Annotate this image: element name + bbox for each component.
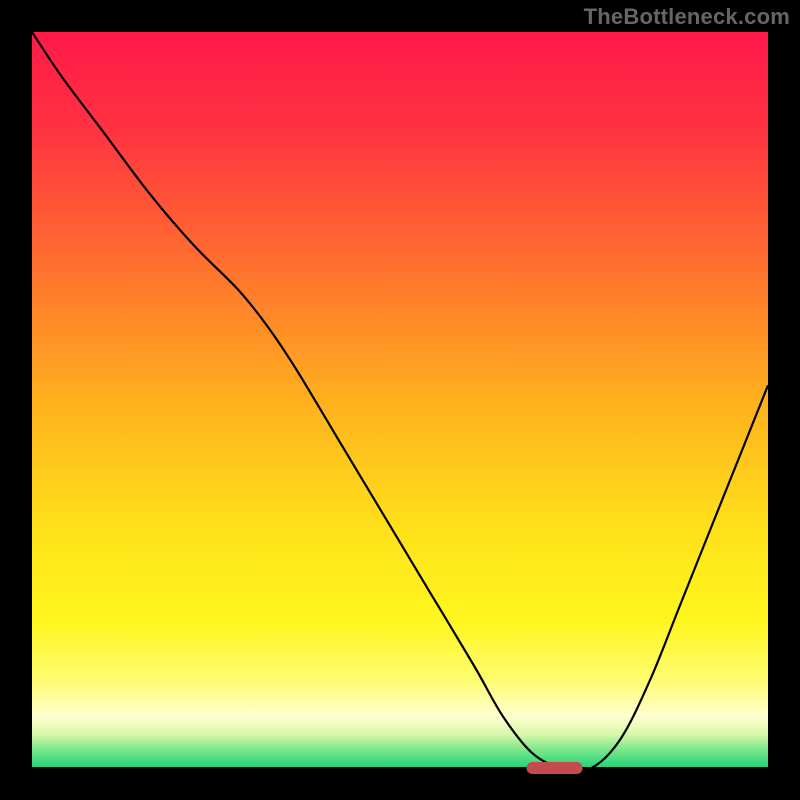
bottleneck-chart — [0, 0, 800, 800]
gradient-background — [32, 32, 768, 768]
watermark-text: TheBottleneck.com — [584, 4, 790, 30]
chart-frame: TheBottleneck.com — [0, 0, 800, 800]
